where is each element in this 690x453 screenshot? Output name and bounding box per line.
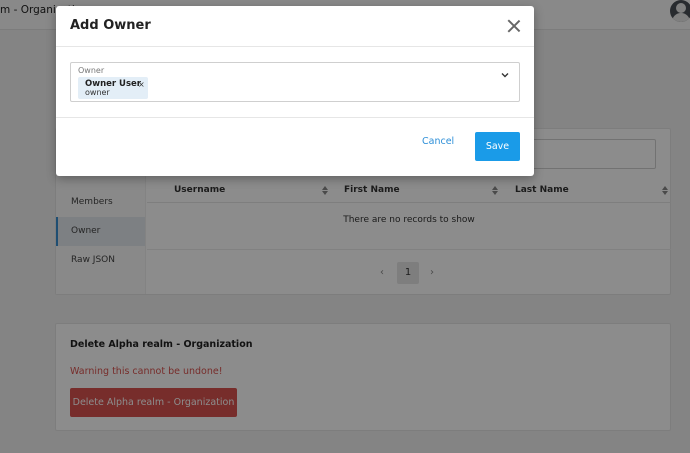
chevron-down-icon[interactable] — [501, 71, 509, 79]
remove-chip-icon[interactable]: × — [138, 80, 145, 89]
owner-select[interactable]: Owner Owner User owner × — [70, 62, 520, 102]
owner-chip: Owner User owner × — [78, 77, 148, 99]
add-owner-modal: Add Owner Owner Owner User owner × Cance… — [56, 6, 534, 176]
close-icon[interactable] — [507, 19, 521, 33]
owner-field-label: Owner — [78, 66, 105, 75]
divider — [56, 117, 534, 118]
modal-title: Add Owner — [70, 18, 151, 33]
chip-username: owner — [85, 88, 110, 97]
divider — [56, 46, 534, 47]
save-button[interactable]: Save — [475, 132, 520, 161]
cancel-button[interactable]: Cancel — [422, 136, 454, 147]
